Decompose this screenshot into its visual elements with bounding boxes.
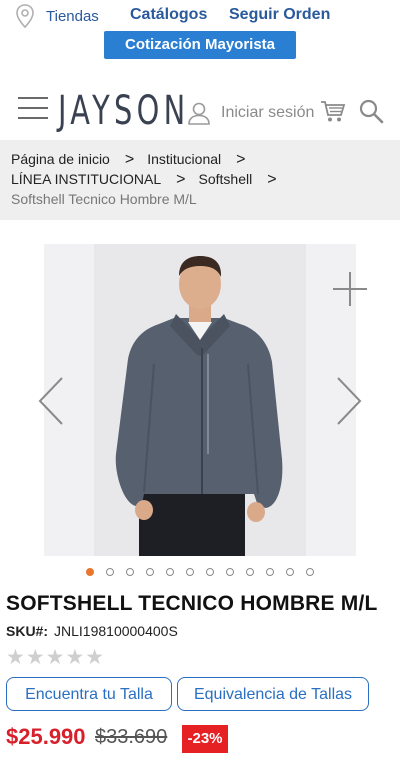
gallery-dot[interactable] xyxy=(126,568,134,576)
gallery-pagination xyxy=(86,568,314,578)
product-title: SOFTSHELL TECNICO HOMBRE M/L xyxy=(6,592,378,615)
breadcrumb-softshell[interactable]: Softshell xyxy=(199,171,253,187)
brand-logo[interactable]: JAYSON xyxy=(58,88,189,134)
wholesale-quote-button[interactable]: Cotización Mayorista xyxy=(104,31,296,59)
gallery-dot[interactable] xyxy=(86,568,94,576)
gallery-dot[interactable] xyxy=(106,568,114,576)
breadcrumb-home[interactable]: Página de inicio xyxy=(11,151,110,167)
gallery-dot[interactable] xyxy=(146,568,154,576)
model-jacket-illustration xyxy=(115,256,283,556)
breadcrumb-row: LÍNEA INSTITUCIONAL > Softshell > xyxy=(11,171,389,191)
chevron-left-icon[interactable] xyxy=(36,376,66,426)
current-price: $25.990 xyxy=(6,724,86,749)
breadcrumb-separator: > xyxy=(267,171,277,188)
breadcrumb-separator: > xyxy=(236,151,246,168)
cart-icon[interactable] xyxy=(320,98,346,124)
gallery-dot[interactable] xyxy=(286,568,294,576)
product-image[interactable] xyxy=(44,244,356,556)
gallery-dot[interactable] xyxy=(206,568,214,576)
product-sku: SKU#: JNLI19810000400S xyxy=(6,623,178,639)
breadcrumb-current: Softshell Tecnico Hombre M/L xyxy=(11,191,197,207)
find-size-button[interactable]: Encuentra tu Talla xyxy=(6,677,172,711)
location-pin-icon xyxy=(16,4,34,29)
search-icon[interactable] xyxy=(358,98,384,124)
chevron-right-icon[interactable] xyxy=(334,376,364,426)
stores-link[interactable]: Tiendas xyxy=(46,8,99,25)
old-price: $33.690 xyxy=(95,726,168,748)
track-order-link[interactable]: Seguir Orden xyxy=(229,6,330,24)
gallery-dot[interactable] xyxy=(226,568,234,576)
breadcrumb-institucional[interactable]: Institucional xyxy=(147,151,221,167)
user-icon[interactable] xyxy=(186,100,212,126)
top-utility-bar: Tiendas Catálogos Seguir Orden xyxy=(0,0,400,34)
breadcrumb-row: Página de inicio > Institucional > xyxy=(11,151,389,171)
sku-value: JNLI19810000400S xyxy=(54,623,178,639)
sku-label: SKU#: xyxy=(6,623,49,639)
gallery-dot[interactable] xyxy=(166,568,174,576)
site-header: JAYSON Iniciar sesión xyxy=(0,82,400,138)
gallery-dot[interactable] xyxy=(186,568,194,576)
zoom-plus-icon[interactable] xyxy=(331,270,369,308)
rating-stars[interactable]: ★★★★★ xyxy=(6,645,105,670)
gallery-dot[interactable] xyxy=(266,568,274,576)
gallery-dot[interactable] xyxy=(246,568,254,576)
breadcrumb-linea-institucional[interactable]: LÍNEA INSTITUCIONAL xyxy=(11,171,161,187)
breadcrumb-separator: > xyxy=(176,171,186,188)
breadcrumb: Página de inicio > Institucional > LÍNEA IN… xyxy=(0,140,400,220)
size-equivalence-button[interactable]: Equivalencia de Tallas xyxy=(177,677,369,711)
breadcrumb-separator: > xyxy=(124,151,135,168)
hamburger-menu-icon[interactable] xyxy=(18,97,48,121)
login-link[interactable]: Iniciar sesión xyxy=(221,104,314,122)
catalogs-link[interactable]: Catálogos xyxy=(130,6,207,24)
gallery-dot[interactable] xyxy=(306,568,314,576)
discount-badge: -23% xyxy=(182,725,228,753)
